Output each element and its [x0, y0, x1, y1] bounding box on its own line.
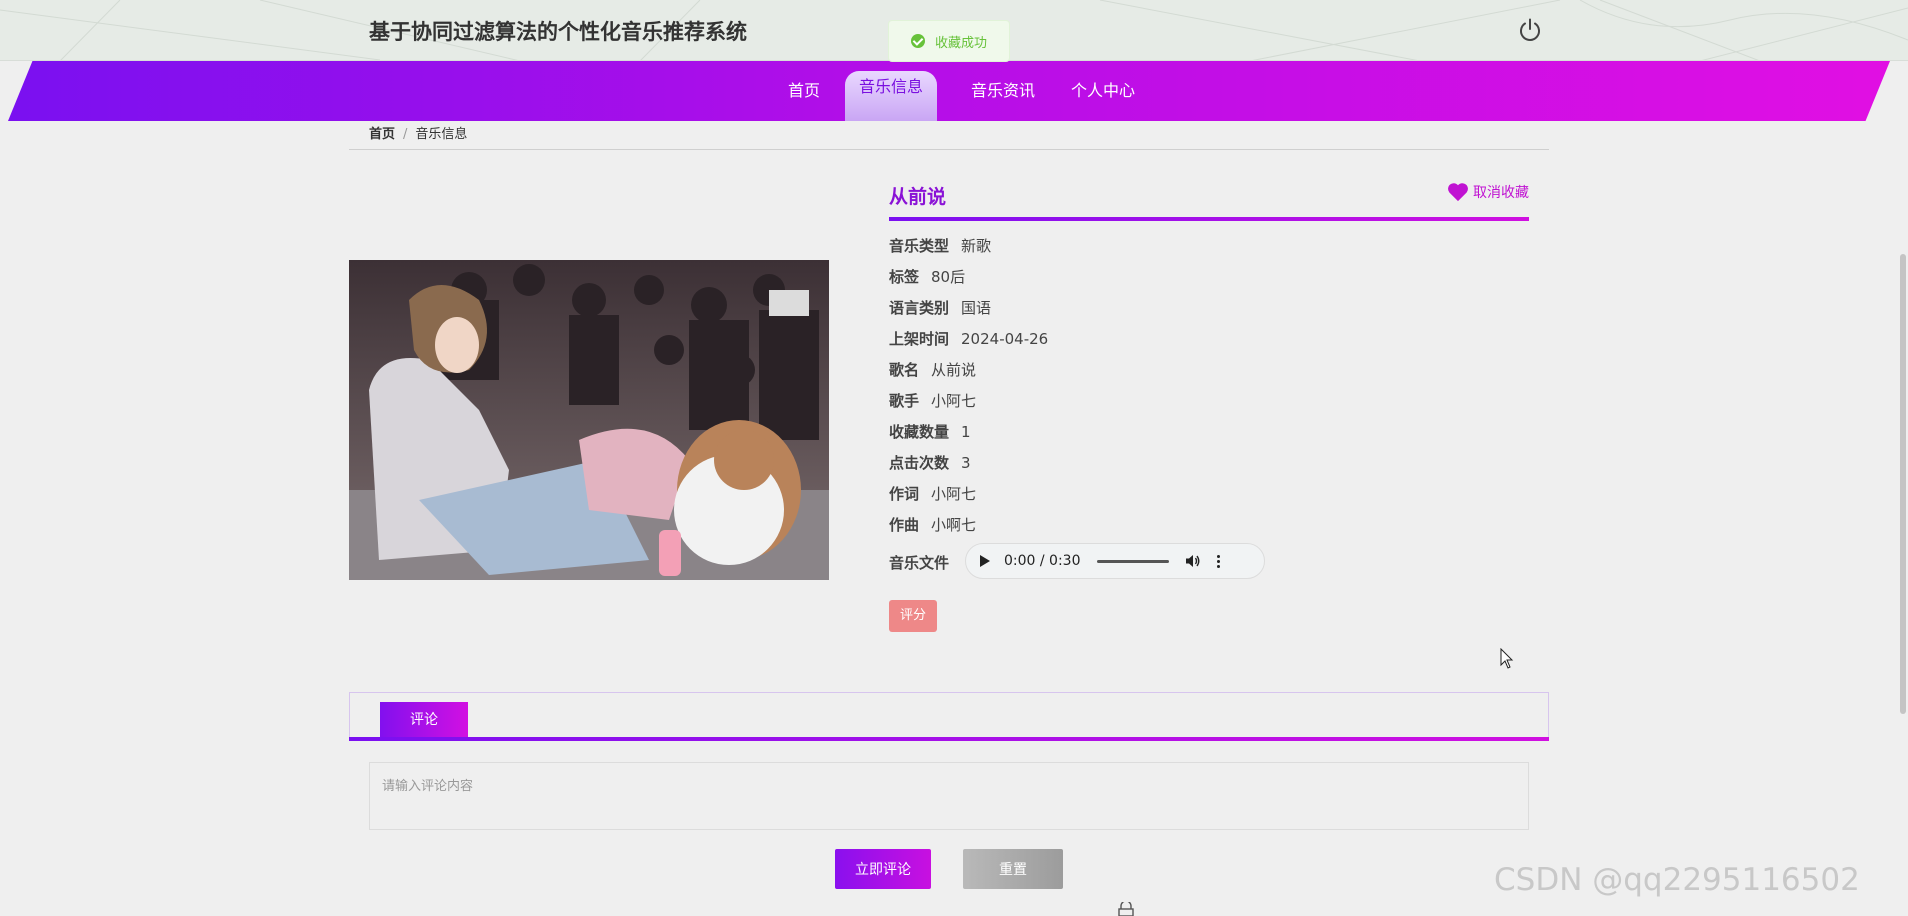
breadcrumb-current: 音乐信息 [415, 127, 468, 142]
info-key: 作曲 [889, 516, 920, 534]
unfavorite-button[interactable]: 取消收藏 [1447, 182, 1529, 202]
info-value: 80后 [931, 268, 966, 286]
song-title: 从前说 [889, 186, 947, 208]
info-row-click-count: 点击次数 3 [889, 452, 971, 473]
info-row-lyricist: 作词 小阿七 [889, 483, 976, 504]
info-value: 1 [961, 423, 971, 441]
unfavorite-label: 取消收藏 [1473, 185, 1529, 201]
info-row-favorite-count: 收藏数量 1 [889, 421, 971, 442]
info-key: 歌手 [889, 392, 920, 410]
more-options-icon[interactable] [1216, 554, 1221, 568]
comment-tab-underline [349, 737, 1549, 741]
info-key: 标签 [889, 268, 920, 286]
power-icon[interactable] [1517, 17, 1543, 43]
nav-item-user-center[interactable]: 个人中心 [1059, 61, 1147, 121]
audio-progress-bar[interactable] [1096, 559, 1169, 563]
info-value: 从前说 [931, 361, 977, 379]
info-value: 国语 [961, 299, 992, 317]
breadcrumb-divider [349, 149, 1549, 150]
main-nav: 首页 音乐信息 音乐资讯 个人中心 [8, 61, 1890, 121]
tab-comment[interactable]: 评论 [380, 702, 468, 738]
breadcrumb-separator: / [403, 127, 408, 142]
info-row-song-name: 歌名 从前说 [889, 359, 976, 380]
mouse-cursor-icon [1500, 648, 1514, 669]
audio-label: 音乐文件 [889, 554, 950, 572]
audio-time: 0:00 / 0:30 [1004, 553, 1081, 569]
rate-button[interactable]: 评分 [889, 600, 937, 632]
scrollbar[interactable] [1900, 254, 1906, 714]
info-value: 新歌 [961, 237, 992, 255]
play-icon[interactable] [980, 555, 990, 567]
lock-icon [1118, 902, 1134, 916]
watermark: CSDN @qq2295116502 [1494, 862, 1860, 898]
info-key: 歌名 [889, 361, 920, 379]
check-circle-icon [911, 34, 925, 48]
info-key: 上架时间 [889, 330, 950, 348]
volume-icon[interactable] [1185, 553, 1201, 569]
audio-player[interactable]: 0:00 / 0:30 [965, 543, 1265, 579]
audio-label-row: 音乐文件 [889, 552, 961, 573]
success-toast: 收藏成功 [888, 20, 1010, 62]
site-title: 基于协同过滤算法的个性化音乐推荐系统 [369, 20, 747, 44]
info-key: 音乐类型 [889, 237, 950, 255]
heart-icon [1448, 183, 1468, 202]
submit-comment-button[interactable]: 立即评论 [835, 849, 931, 889]
breadcrumb: 首页 / 音乐信息 [369, 123, 467, 142]
info-row-tag: 标签 80后 [889, 266, 965, 287]
comment-input[interactable] [369, 762, 1529, 830]
reset-button[interactable]: 重置 [963, 849, 1063, 889]
info-key: 语言类别 [889, 299, 950, 317]
info-row-release-date: 上架时间 2024-04-26 [889, 328, 1048, 349]
breadcrumb-home[interactable]: 首页 [369, 127, 395, 142]
info-row-composer: 作曲 小啊七 [889, 514, 976, 535]
info-row-language: 语言类别 国语 [889, 297, 991, 318]
info-row-music-type: 音乐类型 新歌 [889, 235, 991, 256]
nav-item-home[interactable]: 首页 [769, 61, 839, 121]
info-key: 作词 [889, 485, 920, 503]
info-row-singer: 歌手 小阿七 [889, 390, 976, 411]
info-key: 收藏数量 [889, 423, 950, 441]
toast-message: 收藏成功 [935, 35, 988, 51]
info-value: 小阿七 [931, 392, 977, 410]
info-value: 3 [961, 454, 971, 472]
song-cover-image [349, 260, 829, 580]
info-value: 2024-04-26 [961, 330, 1049, 348]
title-underline [889, 217, 1529, 221]
info-value: 小阿七 [931, 485, 977, 503]
info-value: 小啊七 [931, 516, 977, 534]
info-key: 点击次数 [889, 454, 950, 472]
nav-item-music-info[interactable]: 音乐信息 [845, 71, 937, 121]
comment-panel [349, 692, 1549, 738]
nav-item-music-news[interactable]: 音乐资讯 [959, 61, 1047, 121]
